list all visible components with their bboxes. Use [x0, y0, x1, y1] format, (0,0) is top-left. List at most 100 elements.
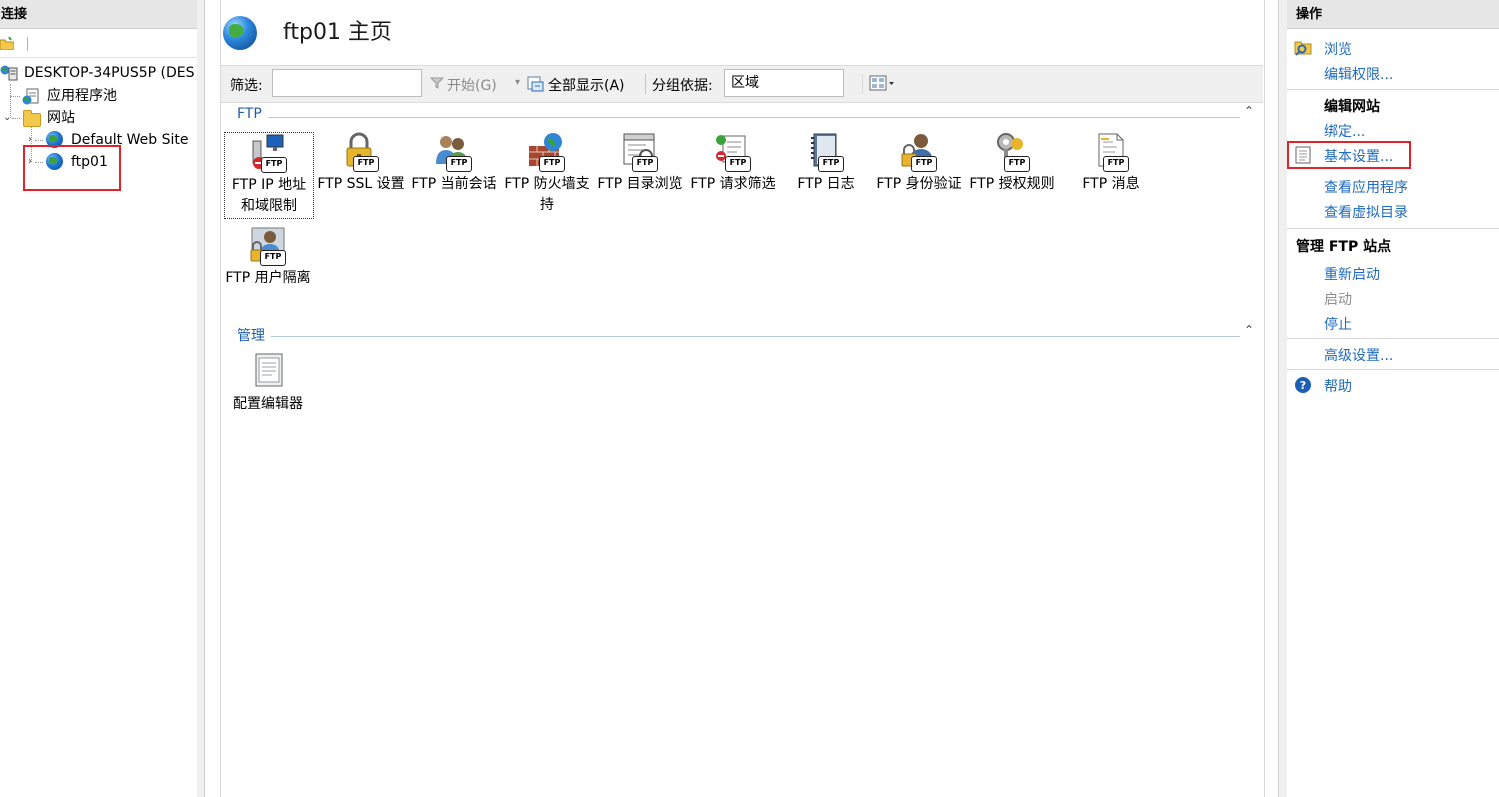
feature-ftp-authentication[interactable]: FTP FTP 身份验证	[874, 132, 964, 195]
feature-ftp-request-filtering[interactable]: FTP FTP 请求筛选	[688, 132, 778, 195]
chevron-down-icon[interactable]: ▾	[515, 77, 520, 88]
view-virtual-dirs-link[interactable]: 查看虚拟目录	[1324, 202, 1408, 222]
edit-permissions-link[interactable]: 编辑权限...	[1324, 64, 1393, 84]
tree-line	[35, 140, 43, 142]
section-ftp: FTP ⌃	[221, 104, 1264, 128]
view-applications-link[interactable]: 查看应用程序	[1324, 177, 1408, 197]
actions-divider	[1287, 369, 1499, 370]
section-divider	[237, 117, 1240, 118]
section-divider	[237, 336, 1240, 337]
configuration-editor-icon	[248, 352, 288, 392]
ftp-sessions-icon: FTP	[434, 132, 474, 172]
group-by-select[interactable]: 区域	[724, 69, 844, 97]
feature-ftp-ip-restriction[interactable]: FTP FTP IP 地址和域限制	[224, 132, 314, 219]
page-title: ftp01 主页	[283, 20, 392, 45]
actions-divider	[1287, 228, 1499, 229]
feature-label: FTP 请求筛选	[690, 176, 776, 192]
actions-header: 操作	[1287, 0, 1499, 29]
help-icon: ?	[1294, 376, 1312, 394]
bindings-link[interactable]: 绑定...	[1324, 121, 1365, 141]
ftp-firewall-icon: FTP	[527, 132, 567, 172]
feature-label: FTP 授权规则	[969, 176, 1055, 192]
feature-ftp-sessions[interactable]: FTP FTP 当前会话	[409, 132, 499, 195]
feature-label: FTP 当前会话	[411, 176, 497, 192]
section-ftp-title: FTP	[237, 106, 268, 122]
feature-label: FTP 用户隔离	[225, 270, 311, 286]
filter-funnel-icon	[429, 76, 445, 94]
section-management-title: 管理	[237, 325, 271, 345]
feature-label: FTP IP 地址和域限制	[231, 177, 307, 214]
tree-line	[10, 96, 20, 98]
tree-item-server-label: DESKTOP-34PUS5P (DES	[24, 65, 195, 81]
ftp-logging-icon: FTP	[806, 132, 846, 172]
svg-text:?: ?	[1300, 379, 1306, 392]
connections-pane: 连接 DESKTOP-34PUS5P (DES 应用程序池 ⌄ 网站 › Def…	[0, 0, 198, 797]
feature-ftp-messages[interactable]: FTP FTP 消息	[1066, 132, 1156, 195]
show-all-icon	[526, 75, 544, 97]
ftp-authentication-icon: FTP	[899, 132, 939, 172]
feature-label: 配置编辑器	[233, 396, 303, 412]
tree-item-app-pools-label: 应用程序池	[47, 88, 117, 104]
globe-icon	[223, 16, 257, 50]
actions-divider	[1287, 89, 1499, 90]
ftp-user-isolation-icon: FTP	[248, 226, 288, 266]
filter-input[interactable]	[272, 69, 422, 97]
group-by-value: 区域	[731, 75, 759, 91]
section-management: 管理 ⌃	[221, 323, 1264, 347]
chevron-up-icon[interactable]: ⌃	[1244, 323, 1254, 337]
browse-icon	[1294, 38, 1312, 56]
feature-label: FTP 日志	[797, 176, 855, 192]
app-pool-icon	[22, 88, 40, 105]
feature-ftp-user-isolation[interactable]: FTP FTP 用户隔离	[223, 226, 313, 289]
advanced-settings-link[interactable]: 高级设置...	[1324, 345, 1393, 365]
chevron-up-icon[interactable]: ⌃	[1244, 104, 1254, 118]
feature-ftp-ssl[interactable]: FTP FTP SSL 设置	[316, 132, 406, 195]
feature-label: FTP 目录浏览	[597, 176, 683, 192]
feature-ftp-authorization[interactable]: FTP FTP 授权规则	[967, 132, 1057, 195]
ftp-ip-restriction-icon: FTP	[249, 133, 289, 173]
feature-ftp-directory-browsing[interactable]: FTP FTP 目录浏览	[595, 132, 685, 195]
connections-header: 连接	[0, 0, 197, 29]
page-title-row: ftp01 主页	[221, 0, 1264, 62]
ftp-ssl-lock-icon: FTP	[341, 132, 381, 172]
toolbar-divider	[645, 74, 646, 94]
actions-pane: 操作 浏览 编辑权限... 编辑网站 绑定... 基本设置... 查看应用程序 …	[1287, 0, 1499, 797]
feature-label: FTP 消息	[1082, 176, 1140, 192]
start-filter-button[interactable]: 开始(G)	[447, 75, 497, 95]
feature-ftp-logging[interactable]: FTP FTP 日志	[781, 132, 871, 195]
manage-ftp-group-title: 管理 FTP 站点	[1296, 239, 1392, 255]
group-by-label: 分组依据:	[652, 78, 713, 94]
toolbar-divider	[862, 74, 863, 94]
view-mode-button[interactable]	[869, 75, 895, 93]
tree-line	[12, 118, 20, 120]
feature-configuration-editor[interactable]: 配置编辑器	[223, 352, 313, 415]
filter-label: 筛选:	[230, 78, 263, 94]
filter-toolbar: 筛选: 开始(G) ▾ 全部显示(A) 分组依据: 区域	[221, 65, 1263, 103]
feature-ftp-firewall[interactable]: FTP FTP 防火墙支持	[502, 132, 592, 216]
feature-label: FTP 身份验证	[876, 176, 962, 192]
ftp-request-filtering-icon: FTP	[713, 132, 753, 172]
features-view: ftp01 主页 筛选: 开始(G) ▾ 全部显示(A) 分组依据: 区域 FT…	[205, 0, 1278, 797]
chevron-down-icon[interactable]: ⌄	[3, 107, 11, 129]
connections-toolbar	[0, 29, 197, 58]
sites-folder-icon	[23, 110, 41, 127]
actions-divider	[1287, 338, 1499, 339]
tree-item-sites-label: 网站	[47, 110, 75, 126]
new-connection-icon[interactable]	[0, 36, 15, 51]
server-icon	[0, 65, 18, 81]
left-splitter[interactable]	[197, 0, 205, 797]
edit-site-group-title: 编辑网站	[1324, 99, 1380, 115]
stop-link[interactable]: 停止	[1324, 314, 1352, 334]
feature-label: FTP SSL 设置	[317, 176, 405, 192]
restart-link[interactable]: 重新启动	[1324, 264, 1380, 284]
ftp-authorization-icon: FTP	[992, 132, 1032, 172]
start-link: 启动	[1324, 292, 1352, 308]
help-link[interactable]: 帮助	[1324, 376, 1352, 396]
basic-settings-highlight	[1287, 141, 1411, 169]
ftp-directory-browsing-icon: FTP	[620, 132, 660, 172]
ftp-messages-icon: FTP	[1091, 132, 1131, 172]
show-all-button[interactable]: 全部显示(A)	[548, 75, 625, 95]
feature-label: FTP 防火墙支持	[504, 176, 590, 213]
browse-link[interactable]: 浏览	[1324, 39, 1352, 59]
toolbar-divider	[27, 37, 28, 51]
